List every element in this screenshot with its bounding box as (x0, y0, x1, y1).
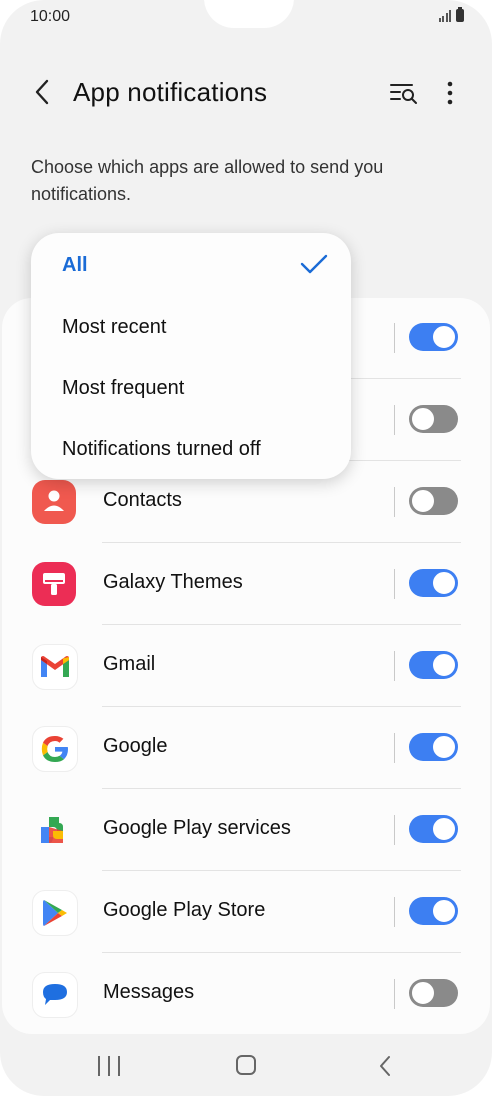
app-name: Galaxy Themes (103, 571, 243, 593)
menu-item-most-frequent[interactable]: Most frequent (62, 377, 184, 400)
contacts-icon (32, 480, 76, 524)
app-name: Messages (103, 981, 195, 1003)
app-row-galaxy-themes[interactable]: Galaxy Themes (2, 544, 490, 625)
app-row-google[interactable]: Google (2, 708, 490, 789)
divider (102, 542, 461, 543)
menu-item-most-recent[interactable]: Most recent (62, 316, 166, 339)
battery-icon (456, 7, 464, 22)
nav-back-icon (380, 1056, 390, 1076)
divider (102, 624, 461, 625)
separator (394, 651, 395, 681)
menu-item-all[interactable]: All (62, 254, 88, 277)
back-button[interactable] (26, 76, 58, 108)
signal-icon (438, 10, 451, 22)
page-title: App notifications (73, 77, 268, 107)
divider (102, 952, 461, 953)
list-search-icon (390, 84, 417, 104)
notification-toggle-contacts[interactable] (409, 487, 458, 515)
app-name: Contacts (103, 489, 182, 511)
notification-toggle-galaxy-themes[interactable] (409, 569, 458, 597)
notification-toggle[interactable] (409, 323, 458, 351)
app-name: Google Play Store (103, 899, 266, 921)
notification-toggle-google-play-services[interactable] (409, 815, 458, 843)
chevron-left-icon (35, 79, 49, 105)
app-name: Gmail (103, 653, 156, 675)
separator (394, 487, 395, 517)
app-row-gmail[interactable]: Gmail (2, 626, 490, 707)
phone-screen: 10:00 App notifications Choose which app… (0, 0, 492, 1096)
filter-dropdown-menu: All Most recent Most frequent Notificati… (31, 233, 351, 479)
gmail-icon (32, 644, 78, 690)
separator (394, 897, 395, 927)
separator (394, 405, 395, 435)
notification-toggle-google[interactable] (409, 733, 458, 761)
app-row-google-play-services[interactable]: Google Play services (2, 790, 490, 871)
separator (394, 733, 395, 763)
app-name: Google (103, 735, 168, 757)
divider (102, 706, 461, 707)
notification-toggle-messages[interactable] (409, 979, 458, 1007)
notification-toggle-gmail[interactable] (409, 651, 458, 679)
status-time: 10:00 (30, 8, 71, 25)
separator (394, 569, 395, 599)
recent-apps-button[interactable] (98, 1056, 120, 1076)
status-icons (438, 7, 464, 22)
camera-notch (204, 0, 294, 28)
divider (102, 788, 461, 789)
separator (394, 323, 395, 353)
app-row-messages[interactable]: Messages (2, 954, 490, 1034)
more-options-button[interactable] (436, 79, 464, 107)
app-name: Google Play services (103, 817, 291, 839)
galaxy-themes-icon (32, 562, 76, 606)
google-icon (32, 726, 78, 772)
app-row-google-play-store[interactable]: Google Play Store (2, 872, 490, 953)
separator (394, 979, 395, 1009)
divider (102, 870, 461, 871)
google-play-store-icon (32, 890, 78, 936)
messages-icon (32, 972, 78, 1018)
notification-toggle-google-play-store[interactable] (409, 897, 458, 925)
nav-back-button[interactable] (374, 1054, 398, 1078)
google-play-services-icon (32, 808, 76, 852)
menu-item-notifications-turned-off[interactable]: Notifications turned off (62, 438, 261, 461)
checkmark-icon (300, 254, 328, 274)
notification-toggle[interactable] (409, 405, 458, 433)
search-apps-button[interactable] (388, 79, 420, 107)
navigation-bar (0, 1036, 492, 1096)
separator (394, 815, 395, 845)
home-button[interactable] (236, 1055, 256, 1075)
more-vertical-icon (447, 81, 453, 105)
page-description: Choose which apps are allowed to send yo… (31, 157, 384, 204)
